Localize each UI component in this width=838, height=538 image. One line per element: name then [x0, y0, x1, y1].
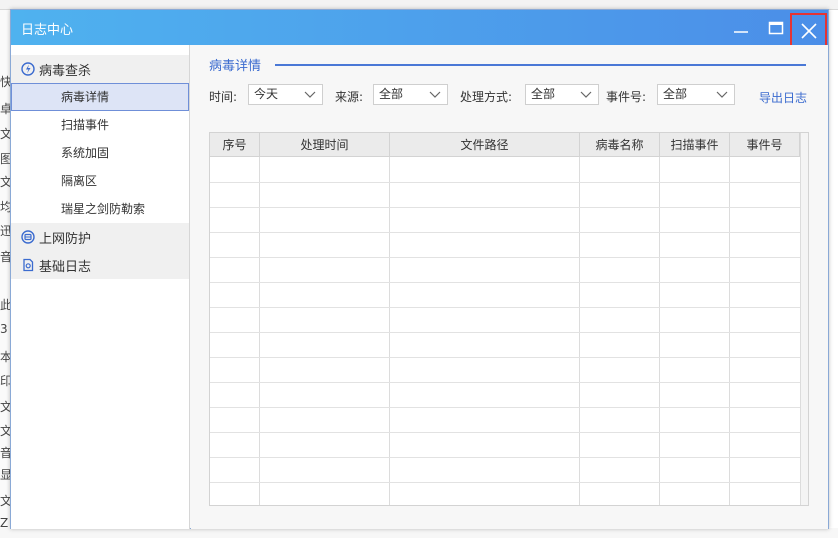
table-row-line	[210, 182, 800, 183]
minimize-icon	[734, 30, 748, 33]
close-icon	[800, 23, 817, 39]
window-title: 日志中心	[21, 23, 74, 38]
chevron-down-icon	[429, 91, 441, 98]
source-filter-select[interactable]: 全部	[373, 84, 448, 105]
table-row-line	[210, 357, 800, 358]
basic-log-icon	[23, 258, 34, 272]
virus-scan-icon	[21, 62, 35, 76]
background-text-fragment: 3	[0, 322, 8, 336]
source-filter-label: 来源:	[335, 90, 364, 104]
sidebar-item-quarantine[interactable]: 隔离区	[11, 167, 189, 195]
background-text-fragment: 均	[0, 200, 10, 214]
table-row-line	[210, 307, 800, 308]
action-filter-label: 处理方式:	[460, 90, 513, 104]
background-text-fragment: 文	[0, 127, 10, 141]
close-button[interactable]	[790, 13, 827, 49]
column-header-scan-event[interactable]: 扫描事件	[660, 133, 730, 157]
table-scrollbar[interactable]	[800, 133, 808, 505]
action-filter-value: 全部	[531, 87, 556, 101]
event-filter-value: 全部	[663, 87, 688, 101]
filter-bar: 时间: 今天 来源: 全部 处理方式: 全部 事件号: 全部 导出日志	[209, 84, 819, 106]
time-filter-label: 时间:	[209, 90, 238, 104]
chevron-down-icon	[580, 91, 592, 98]
section-title: 病毒详情	[209, 59, 262, 74]
background-text-fragment: 音	[0, 446, 10, 460]
table-row-line	[210, 207, 800, 208]
table-row-line	[210, 232, 800, 233]
virus-detail-table: 序号 处理时间 文件路径 病毒名称 扫描事件 事件号 后	[209, 132, 809, 506]
background-text-fragment: 迅	[0, 224, 10, 238]
sidebar-group-web-protection[interactable]: 上网防护	[11, 223, 189, 251]
chevron-down-icon	[304, 91, 316, 98]
column-header-time[interactable]: 处理时间	[260, 133, 390, 157]
sidebar-group-virus-scan[interactable]: 病毒查杀	[11, 55, 189, 83]
action-filter-select[interactable]: 全部	[525, 84, 599, 105]
column-header-file-path[interactable]: 文件路径	[390, 133, 580, 157]
log-center-window: 日志中心 病毒查杀 病毒详情 扫描事件 系统加固 隔离区 瑞星之剑防勒索 上网防…	[10, 9, 829, 529]
background-text-fragment: 印	[0, 374, 10, 388]
table-row-line	[210, 282, 800, 283]
time-filter-select[interactable]: 今天	[248, 84, 323, 105]
sidebar-group-label: 基础日志	[39, 259, 92, 275]
background-text-fragment: 图	[0, 152, 10, 166]
web-protect-icon	[21, 230, 35, 244]
background-text-fragment: 文	[0, 494, 10, 508]
event-filter-select[interactable]: 全部	[657, 84, 735, 105]
minimize-button[interactable]	[723, 10, 759, 45]
background-text-fragment: 此	[0, 298, 10, 312]
sidebar-group-label: 病毒查杀	[39, 63, 92, 79]
table-row-line	[210, 432, 800, 433]
sidebar-item-scan-events[interactable]: 扫描事件	[11, 111, 189, 139]
table-row-line	[210, 257, 800, 258]
background-text-fragment: 快	[0, 75, 10, 89]
sidebar-nav: 病毒查杀 病毒详情 扫描事件 系统加固 隔离区 瑞星之剑防勒索 上网防护 基础日…	[11, 45, 190, 529]
sidebar-group-label: 上网防护	[39, 231, 92, 247]
export-log-link[interactable]: 导出日志	[759, 89, 807, 106]
sidebar-item-anti-ransomware[interactable]: 瑞星之剑防勒索	[11, 195, 189, 223]
column-header-virus-name[interactable]: 病毒名称	[580, 133, 660, 157]
background-text-fragment: 文	[0, 175, 10, 189]
background-text-fragment: Z	[0, 516, 9, 530]
background-text-fragment: 文	[0, 400, 10, 414]
sidebar-item-virus-detail[interactable]: 病毒详情	[11, 83, 189, 111]
source-filter-value: 全部	[379, 87, 404, 101]
table-row-line	[210, 457, 800, 458]
background-text-fragment: 音	[0, 250, 10, 264]
background-text-fragment: 本	[0, 350, 10, 364]
table-row-line	[210, 332, 800, 333]
table-row-line	[210, 382, 800, 383]
table-header: 序号 处理时间 文件路径 病毒名称 扫描事件 事件号 后	[210, 133, 808, 157]
desktop-bottom-strip	[0, 528, 838, 538]
column-header-index[interactable]: 序号	[210, 133, 260, 157]
chevron-down-icon	[716, 91, 728, 98]
table-row-line	[210, 407, 800, 408]
title-bar[interactable]: 日志中心	[11, 10, 828, 49]
sidebar-item-system-hardening[interactable]: 系统加固	[11, 139, 189, 167]
sidebar-group-basic-log[interactable]: 基础日志	[11, 251, 189, 279]
maximize-icon	[768, 21, 784, 34]
table-row-line	[210, 482, 800, 483]
maximize-button[interactable]	[758, 10, 794, 45]
section-divider	[275, 64, 806, 66]
column-header-event-number[interactable]: 事件号	[730, 133, 800, 157]
time-filter-value: 今天	[254, 87, 279, 101]
event-filter-label: 事件号:	[606, 90, 647, 104]
background-text-fragment: 卓	[0, 102, 10, 116]
background-text-fragment: 文	[0, 424, 10, 438]
background-text-fragment: 显	[0, 468, 10, 482]
main-panel: 病毒详情 时间: 今天 来源: 全部 处理方式: 全部 事件号: 全部 导出日志…	[191, 45, 828, 529]
